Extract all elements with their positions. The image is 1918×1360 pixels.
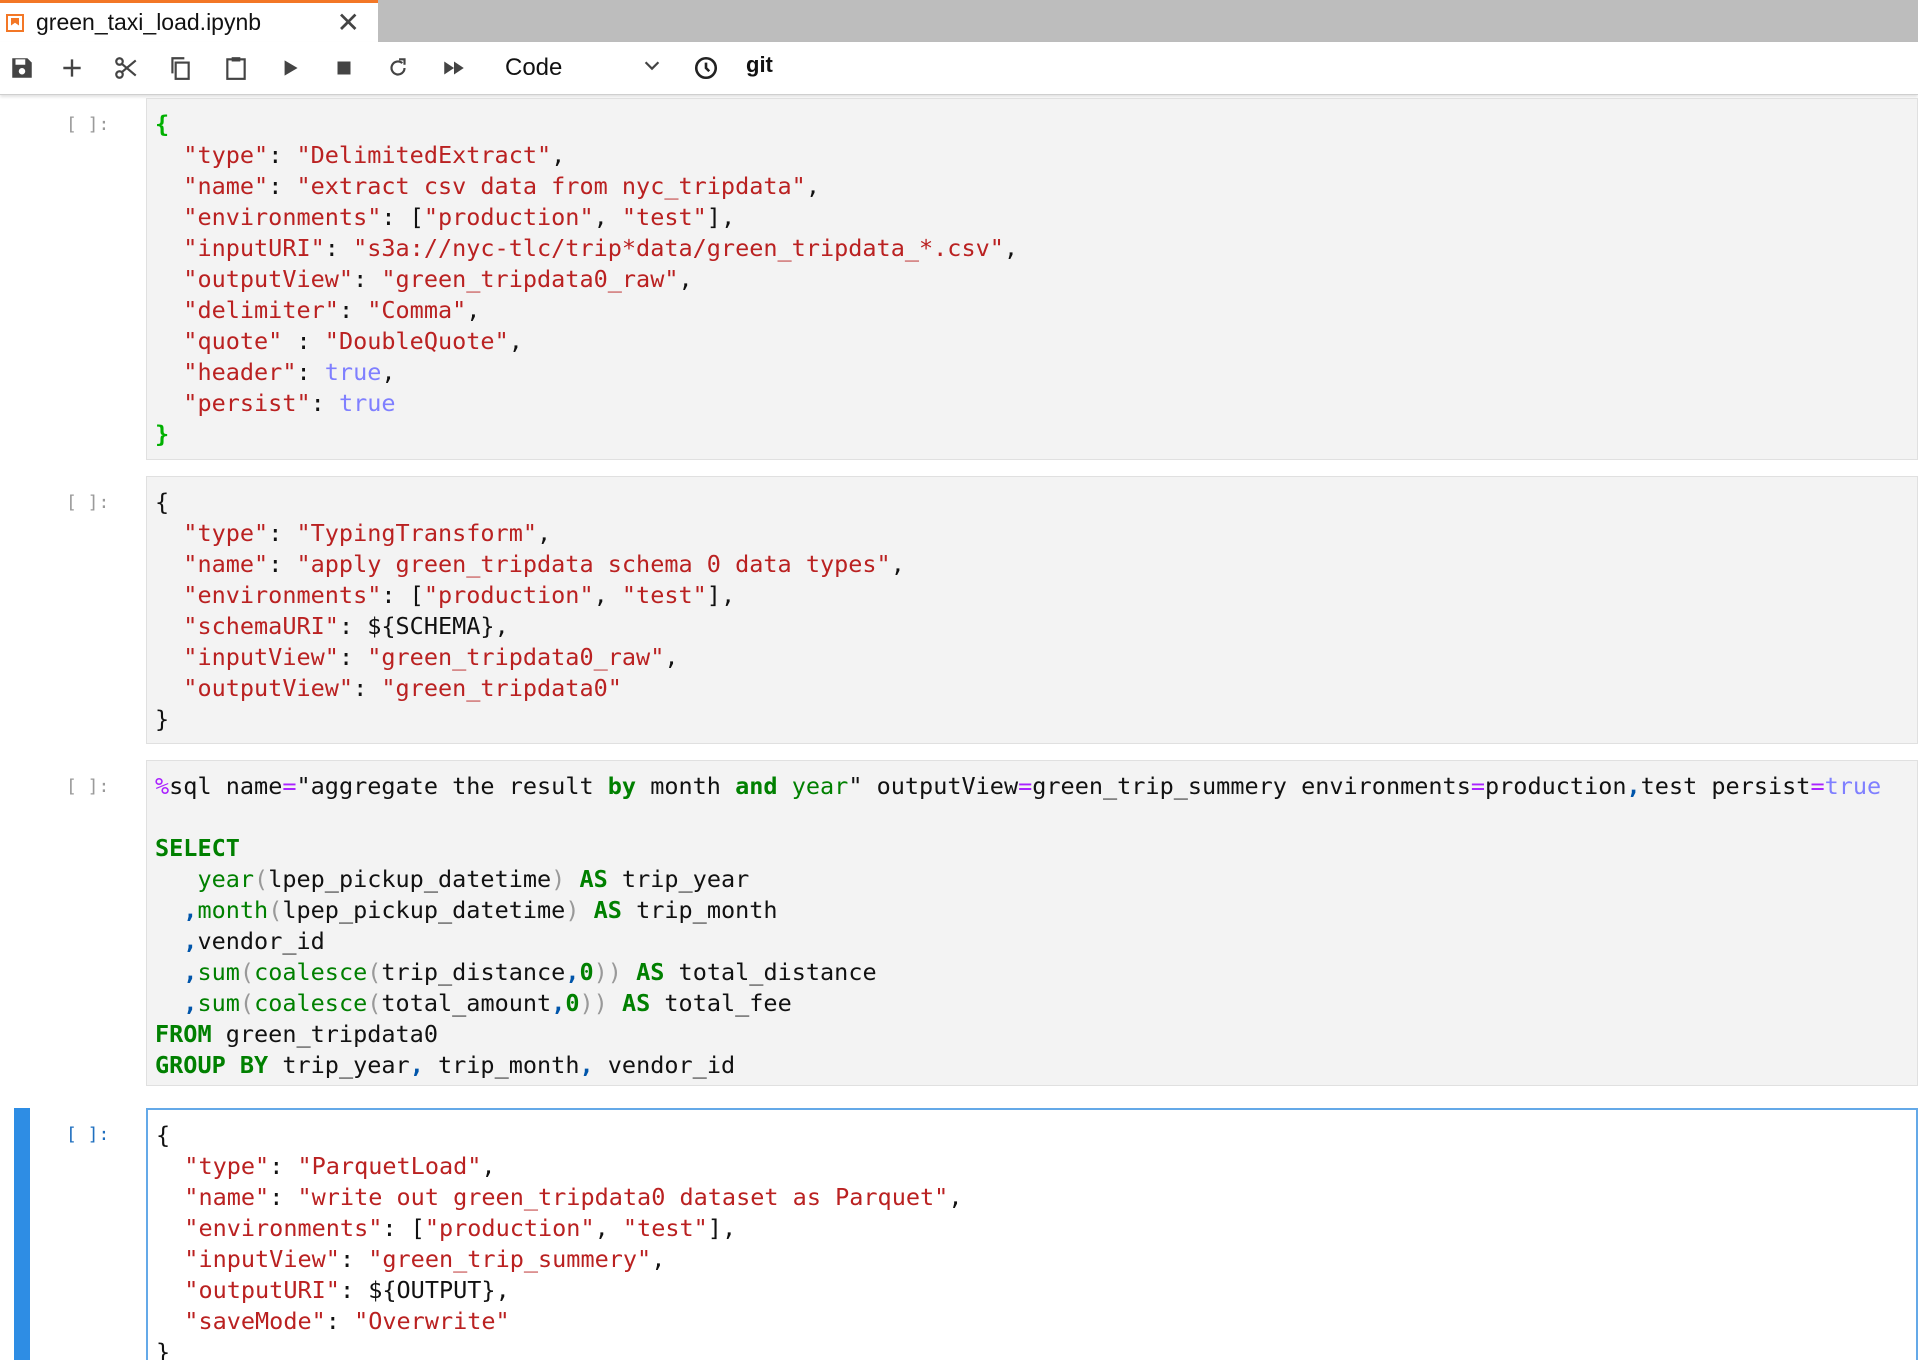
- scissors-icon: [115, 57, 137, 79]
- cell-source: { "type": "DelimitedExtract", "name": "e…: [155, 110, 1019, 448]
- close-icon[interactable]: ✕: [337, 9, 360, 37]
- play-icon: [284, 60, 298, 76]
- restart-button[interactable]: [376, 42, 420, 94]
- cell-prompt: [ ]:: [66, 1124, 110, 1145]
- cell-prompt: [ ]:: [66, 114, 110, 135]
- notebook-panel: [ ]: { "type": "DelimitedExtract", "name…: [0, 96, 1918, 1360]
- run-all-button[interactable]: [432, 42, 476, 94]
- cell-source: { "type": "TypingTransform", "name": "ap…: [155, 488, 905, 733]
- save-button[interactable]: [0, 42, 44, 94]
- cut-button[interactable]: [104, 42, 148, 94]
- fast-forward-icon: [444, 61, 464, 75]
- cell-source: %sql name="aggregate the result by month…: [155, 772, 1882, 1079]
- tab-title: green_taxi_load.ipynb: [36, 9, 262, 35]
- notebook-toolbar: Code git: [0, 42, 1918, 95]
- cell-editor[interactable]: { "type": "DelimitedExtract", "name": "e…: [146, 98, 1918, 460]
- tab-bar: green_taxi_load.ipynb ✕: [0, 0, 1918, 42]
- clipboard-icon: [226, 57, 246, 80]
- run-button[interactable]: [268, 42, 312, 94]
- insert-cell-button[interactable]: [50, 42, 94, 94]
- cell-source: { "type": "ParquetLoad", "name": "write …: [156, 1121, 963, 1360]
- stop-icon: [337, 61, 351, 75]
- cell-prompt: [ ]:: [66, 776, 110, 797]
- cell-editor[interactable]: { "type": "TypingTransform", "name": "ap…: [146, 476, 1918, 744]
- clock-icon: [694, 56, 718, 80]
- cell-editor[interactable]: { "type": "ParquetLoad", "name": "write …: [146, 1108, 1918, 1360]
- cell-editor[interactable]: %sql name="aggregate the result by month…: [146, 760, 1918, 1086]
- plus-icon: [63, 59, 81, 77]
- copy-icon: [171, 57, 190, 80]
- cell-type-select[interactable]: Code: [505, 50, 663, 86]
- cell-collapser[interactable]: [14, 1108, 30, 1360]
- notebook-icon: [6, 13, 24, 32]
- restart-icon: [390, 58, 406, 76]
- cell-prompt: [ ]:: [66, 492, 110, 513]
- save-icon: [12, 58, 32, 78]
- interrupt-button[interactable]: [322, 42, 366, 94]
- notebook-tab[interactable]: green_taxi_load.ipynb ✕: [0, 0, 378, 42]
- git-button[interactable]: git: [746, 52, 773, 78]
- chevron-down-icon: [644, 61, 660, 71]
- cell-type-value: Code: [505, 54, 563, 81]
- paste-button[interactable]: [214, 42, 258, 94]
- clock-button[interactable]: [684, 42, 728, 94]
- copy-button[interactable]: [158, 42, 202, 94]
